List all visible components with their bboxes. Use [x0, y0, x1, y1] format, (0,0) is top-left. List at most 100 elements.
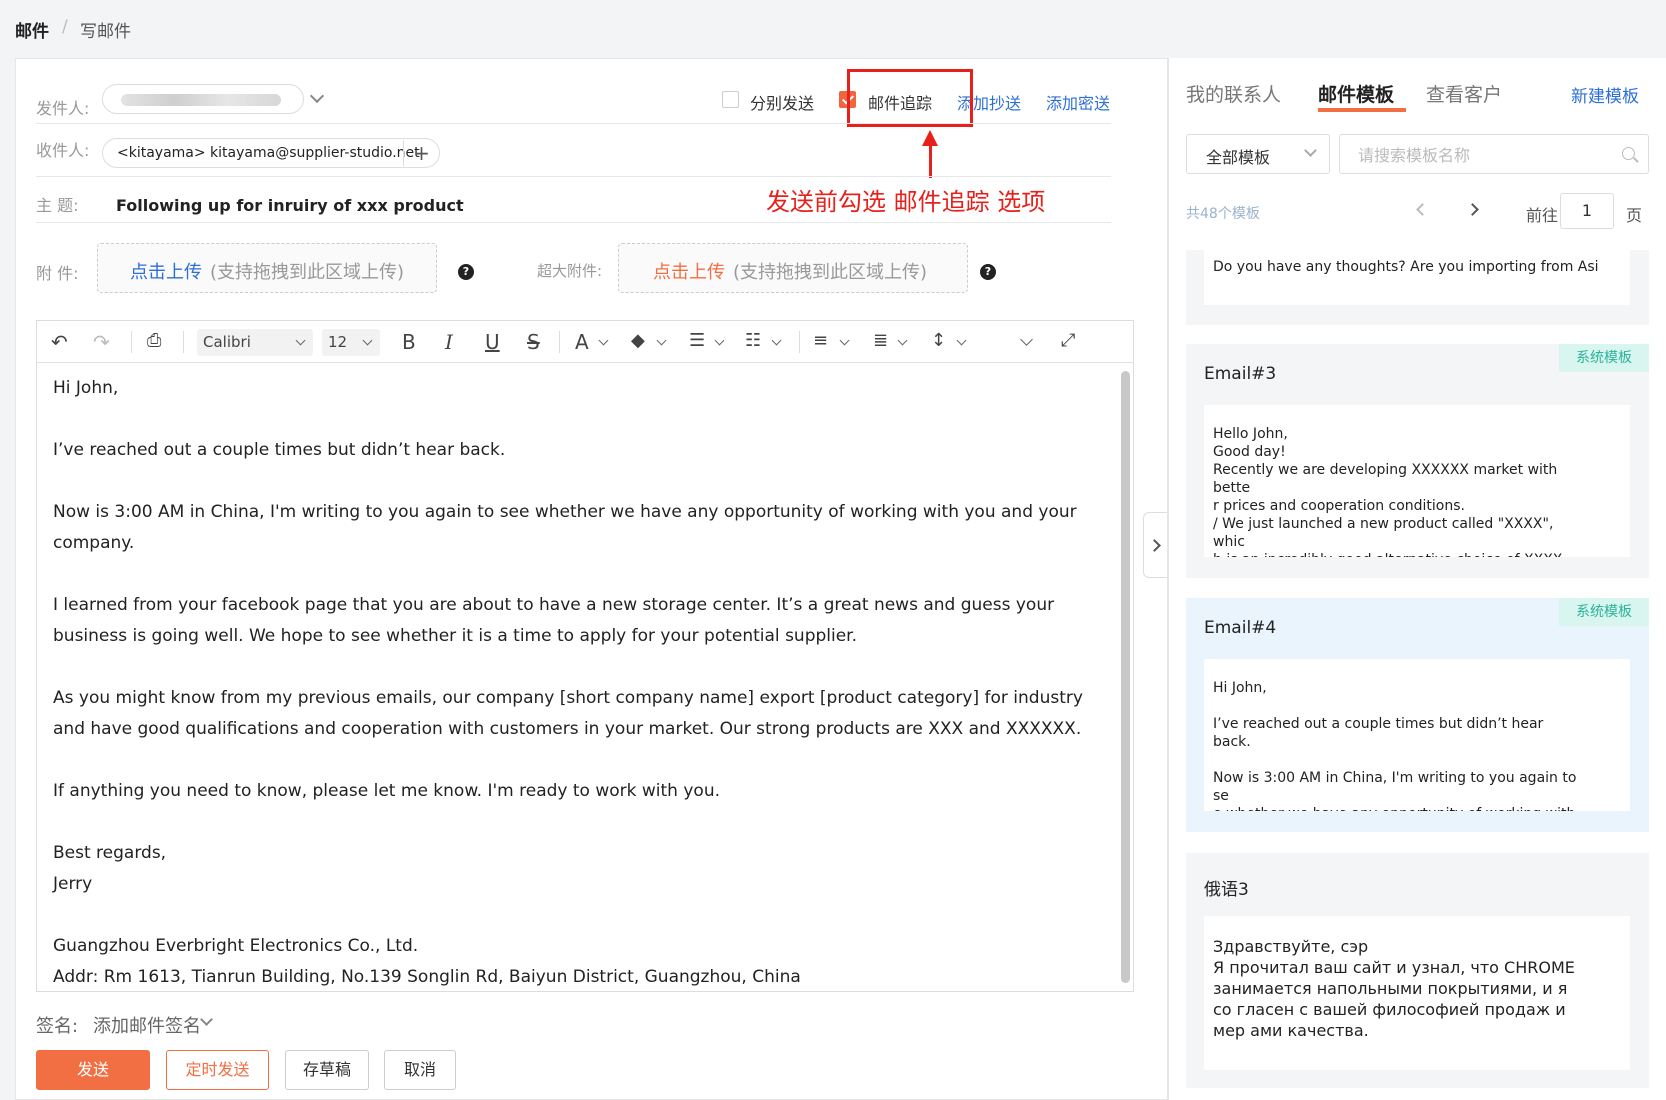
template-preview: Do you have any thoughts? Are you import…	[1204, 250, 1630, 305]
system-template-badge: 系统模板	[1559, 344, 1649, 372]
breadcrumb-current: 写邮件	[80, 22, 131, 42]
breadcrumb: 邮件 / 写邮件	[0, 0, 1666, 56]
more-icon[interactable]	[1020, 333, 1033, 346]
ordered-list-icon[interactable]: ☰	[689, 330, 705, 351]
font-size-select[interactable]: 12	[322, 329, 380, 356]
template-preview-text: Hello John, Good day! Recently we are de…	[1213, 426, 1567, 557]
template-card[interactable]: 系统模板 Email#3 Hello John, Good day! Recen…	[1186, 344, 1649, 578]
schedule-send-button[interactable]: 定时发送	[166, 1050, 269, 1090]
fullscreen-icon[interactable]: ⤢	[1061, 330, 1075, 351]
tab-my-contacts[interactable]: 我的联系人	[1186, 80, 1281, 107]
chevron-down-icon[interactable]	[897, 335, 908, 346]
subject-input[interactable]: Following up for inruiry of xxx product	[116, 196, 464, 215]
undo-icon[interactable]: ↶	[51, 330, 68, 354]
collapse-panel-button[interactable]	[1143, 512, 1167, 578]
body-paragraph: Best regards,	[53, 843, 167, 863]
chevron-down-icon[interactable]	[714, 335, 725, 346]
chevron-down-icon[interactable]	[956, 335, 967, 346]
large-attachment-upload-link[interactable]: 点击上传	[653, 258, 725, 284]
annotation-text: 发送前勾选 邮件追踪 选项	[766, 188, 1046, 216]
font-family-select[interactable]: Calibri	[197, 329, 313, 356]
line-height-icon[interactable]: ↕	[931, 330, 946, 351]
body-paragraph: If anything you need to know, please let…	[53, 781, 720, 801]
body-paragraph: Addr: Rm 1613, Tianrun Building, No.139 …	[53, 967, 801, 987]
recipient-chip[interactable]: <kitayama> kitayama@supplier-studio.net	[117, 145, 420, 161]
chevron-down-icon[interactable]	[656, 335, 667, 346]
body-blank-line	[53, 900, 1093, 931]
save-draft-button[interactable]: 存草稿	[285, 1050, 369, 1090]
template-preview: Hello John, Good day! Recently we are de…	[1204, 405, 1630, 557]
template-preview: Hi John, I’ve reached out a couple times…	[1204, 659, 1630, 811]
chevron-right-icon	[1148, 539, 1161, 552]
template-preview: Здравствуйте, сэр Я прочитал ваш сайт и …	[1204, 916, 1630, 1070]
toolbar-divider	[559, 331, 560, 353]
template-filter-select[interactable]: 全部模板	[1186, 134, 1330, 174]
active-tab-indicator	[1318, 108, 1406, 112]
attachment-dropzone[interactable]: 点击上传 (支持拖拽到此区域上传)	[97, 243, 437, 293]
add-bcc-link[interactable]: 添加密送	[1046, 90, 1110, 114]
recipient-label: 收件人:	[36, 141, 90, 160]
tab-email-templates[interactable]: 邮件模板	[1318, 80, 1394, 107]
tab-view-customers[interactable]: 查看客户	[1426, 80, 1502, 107]
body-paragraph: Hi John,	[53, 378, 119, 398]
editor-toolbar: ↶ ↷ ⎙ Calibri 12 B I U S A ◆ ☰ ☷ ≡ ≣ ↕ ⤢	[37, 321, 1133, 363]
font-color-icon[interactable]: A	[575, 330, 589, 354]
italic-icon[interactable]: I	[445, 330, 453, 354]
underline-icon[interactable]: U	[485, 330, 500, 354]
template-preview-text: Здравствуйте, сэр Я прочитал ваш сайт и …	[1213, 937, 1575, 1040]
template-search-input[interactable]	[1358, 144, 1608, 166]
editor-scrollbar[interactable]	[1121, 371, 1130, 983]
toolbar-divider	[183, 331, 184, 353]
cancel-button[interactable]: 取消	[384, 1050, 456, 1090]
add-recipient-icon[interactable]: +	[403, 140, 439, 166]
separate-send-checkbox[interactable]	[722, 91, 739, 108]
signature-select[interactable]: 添加邮件签名	[93, 1012, 201, 1038]
chevron-down-icon[interactable]	[598, 335, 609, 346]
bold-icon[interactable]: B	[402, 330, 416, 354]
template-title: Email#3	[1204, 364, 1277, 384]
bullet-list-icon[interactable]: ☷	[745, 330, 761, 351]
redo-icon[interactable]: ↷	[93, 330, 110, 354]
body-paragraph: Now is 3:00 AM in China, I'm writing to …	[53, 502, 1083, 553]
strikethrough-icon[interactable]: S	[527, 330, 540, 354]
body-blank-line	[53, 807, 1093, 838]
recipient-field[interactable]: <kitayama> kitayama@supplier-studio.net …	[102, 138, 440, 168]
sender-redacted-value	[121, 94, 281, 106]
attachment-hint: (支持拖拽到此区域上传)	[210, 262, 405, 283]
chevron-down-icon[interactable]	[839, 335, 850, 346]
body-paragraph: As you might know from my previous email…	[53, 688, 1089, 739]
body-blank-line	[53, 745, 1093, 776]
chevron-down-icon	[362, 335, 373, 346]
divider	[36, 176, 1111, 177]
large-attachment-dropzone[interactable]: 点击上传 (支持拖拽到此区域上传)	[618, 243, 968, 293]
search-icon[interactable]	[1622, 147, 1635, 160]
send-button[interactable]: 发送	[36, 1050, 150, 1090]
body-paragraph: I learned from your facebook page that y…	[53, 595, 1060, 646]
body-paragraph: Jerry	[53, 874, 93, 894]
body-blank-line	[53, 559, 1093, 590]
subject-label: 主 题:	[36, 196, 79, 215]
template-filter-value: 全部模板	[1206, 148, 1271, 167]
template-card[interactable]: 俄语3 Здравствуйте, сэр Я прочитал ваш сай…	[1186, 853, 1649, 1088]
large-attachment-help-icon[interactable]: ?	[980, 264, 996, 280]
new-template-link[interactable]: 新建模板	[1571, 82, 1639, 107]
attachment-upload-link[interactable]: 点击上传	[130, 258, 202, 284]
template-count: 共48个模板	[1186, 206, 1260, 222]
breadcrumb-root[interactable]: 邮件	[15, 17, 49, 42]
email-body[interactable]: Hi John, I’ve reached out a couple times …	[53, 373, 1093, 993]
align-icon[interactable]: ≡	[813, 330, 828, 351]
goto-label: 前往	[1526, 206, 1559, 225]
system-template-badge: 系统模板	[1559, 598, 1649, 626]
template-card[interactable]: Do you have any thoughts? Are you import…	[1186, 250, 1649, 325]
chevron-down-icon[interactable]	[771, 335, 782, 346]
sender-select[interactable]	[102, 84, 304, 114]
clear-format-icon[interactable]: ⎙	[147, 330, 161, 351]
rich-text-editor[interactable]: ↶ ↷ ⎙ Calibri 12 B I U S A ◆ ☰ ☷ ≡ ≣ ↕ ⤢…	[36, 320, 1134, 992]
highlight-icon[interactable]: ◆	[631, 330, 645, 351]
page-input[interactable]: 1	[1560, 193, 1614, 229]
paragraph-icon[interactable]: ≣	[873, 330, 888, 351]
divider	[36, 222, 1111, 223]
template-card[interactable]: 系统模板 Email#4 Hi John, I’ve reached out a…	[1186, 598, 1649, 832]
attachment-help-icon[interactable]: ?	[458, 264, 474, 280]
page-unit-label: 页	[1626, 206, 1643, 225]
